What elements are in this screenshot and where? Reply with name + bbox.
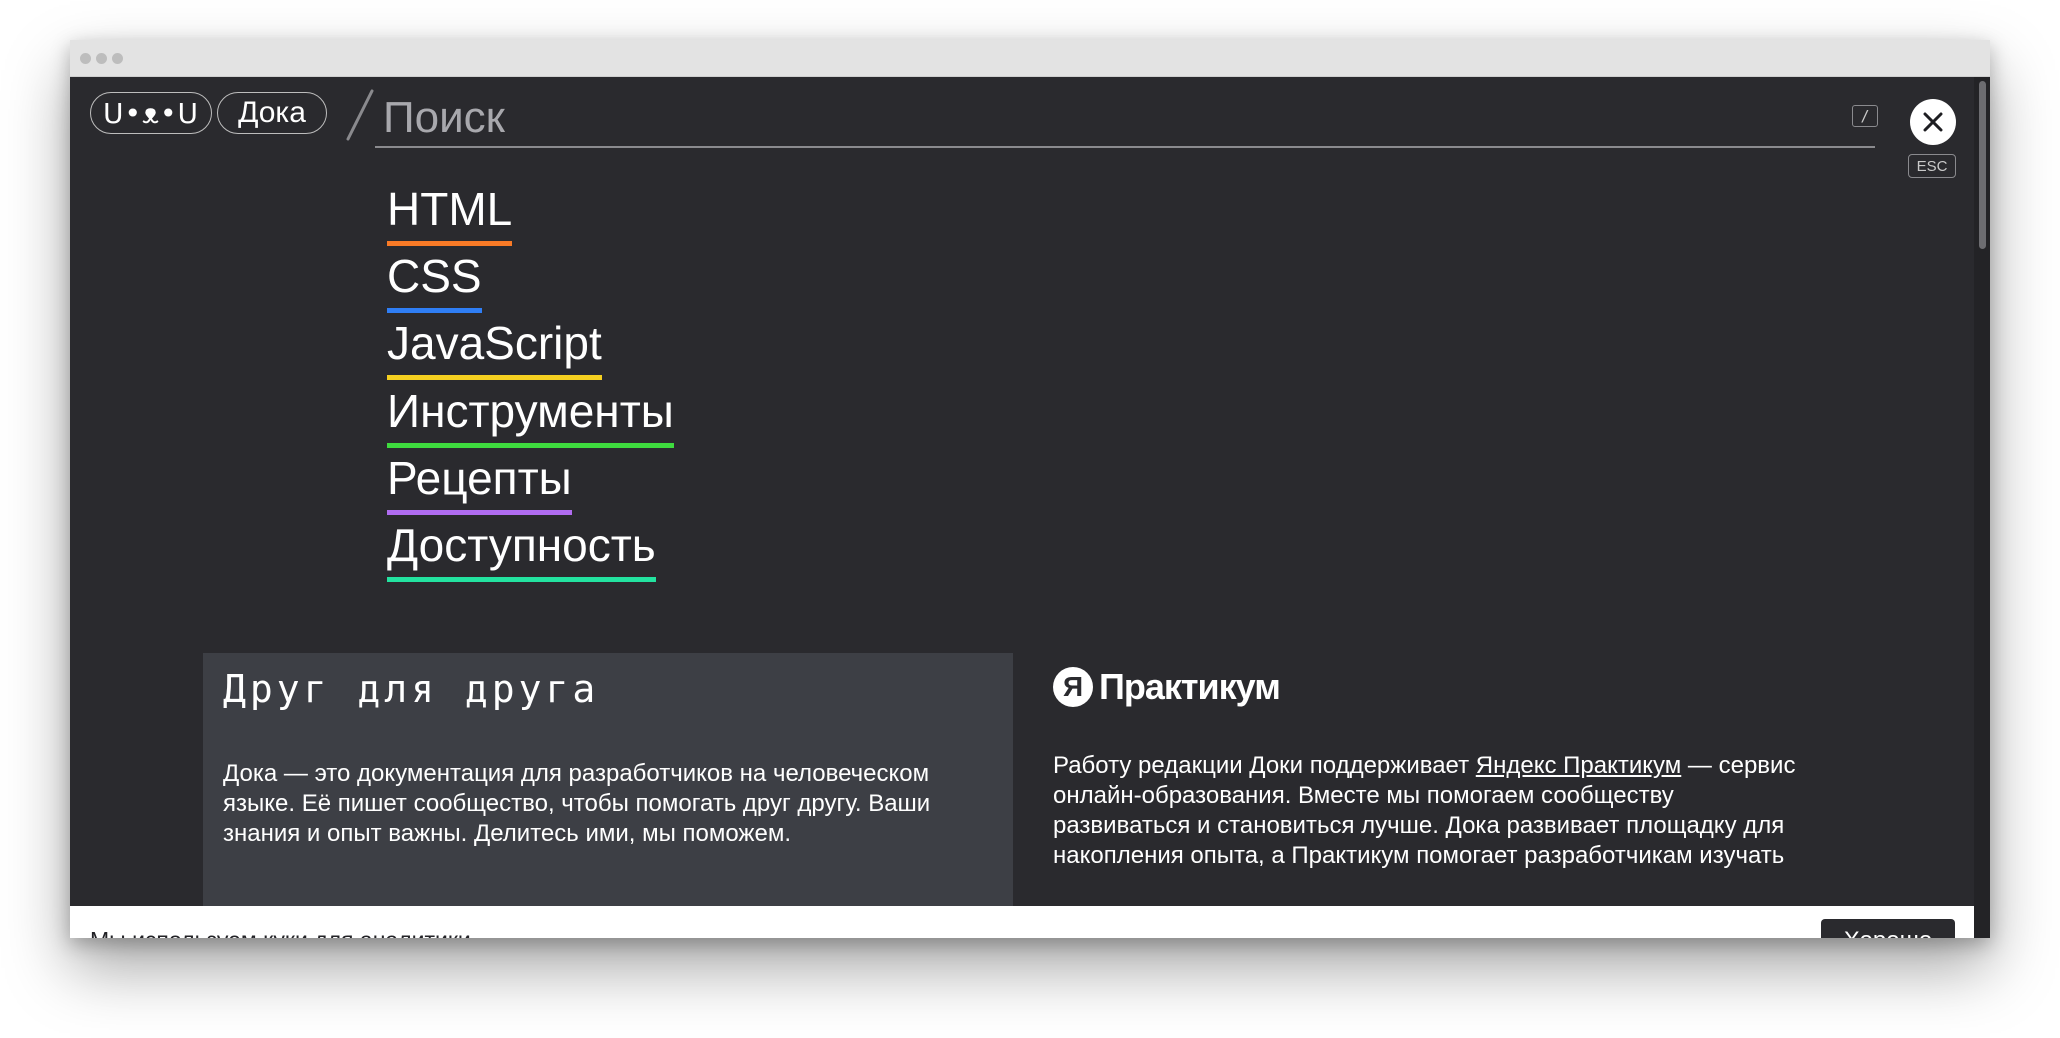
close-search-button[interactable] — [1910, 99, 1956, 145]
cookie-accept-button[interactable]: Хорошо — [1821, 919, 1955, 938]
section-link-javascript[interactable]: JavaScript — [387, 315, 602, 380]
doka-home-link[interactable]: Дока — [217, 92, 327, 134]
logo-home-link[interactable]: U•ᴥ•U — [90, 92, 212, 134]
practicum-text-start: Работу редакции Доки поддерживает — [1053, 752, 1476, 779]
search-shortcut-hint: / — [1852, 105, 1878, 127]
breadcrumb-slash-icon — [346, 89, 374, 141]
vertical-scrollbar[interactable] — [1974, 77, 1990, 938]
esc-key-hint: ESC — [1908, 154, 1956, 178]
about-card: Друг для друга Дока — это документация д… — [203, 653, 1013, 938]
section-link-recipes[interactable]: Рецепты — [387, 450, 572, 515]
section-link-html[interactable]: HTML — [387, 181, 513, 246]
window-control-dot[interactable] — [80, 53, 91, 64]
practicum-description: Работу редакции Доки поддерживает Яндекс… — [1053, 751, 1813, 871]
window-control-dot[interactable] — [96, 53, 107, 64]
page-content: U•ᴥ•U Дока / ESC HTML CSS JavaScript Инс… — [70, 77, 1990, 938]
browser-window: U•ᴥ•U Дока / ESC HTML CSS JavaScript Инс… — [70, 40, 1990, 938]
close-icon — [1923, 112, 1943, 132]
section-link-tools[interactable]: Инструменты — [387, 383, 674, 448]
cookie-banner-text: Мы используем куки для аналитики — [90, 927, 471, 938]
window-control-dot[interactable] — [112, 53, 123, 64]
section-link-css[interactable]: CSS — [387, 248, 482, 313]
yandex-logo-icon: Я — [1053, 667, 1093, 707]
cookie-banner: Мы используем куки для аналитики Хорошо — [70, 906, 1974, 938]
practicum-logo[interactable]: Я Практикум — [1053, 662, 1281, 712]
about-card-text: Дока — это документация для разработчико… — [223, 760, 931, 847]
practicum-logo-text: Практикум — [1099, 666, 1281, 707]
window-titlebar — [70, 40, 1990, 77]
section-link-accessibility[interactable]: Доступность — [387, 517, 656, 582]
yandex-practicum-link[interactable]: Яндекс Практикум — [1476, 752, 1682, 779]
about-card-title: Друг для друга — [223, 667, 600, 711]
search-input[interactable] — [375, 90, 1875, 148]
scrollbar-thumb[interactable] — [1979, 81, 1986, 249]
